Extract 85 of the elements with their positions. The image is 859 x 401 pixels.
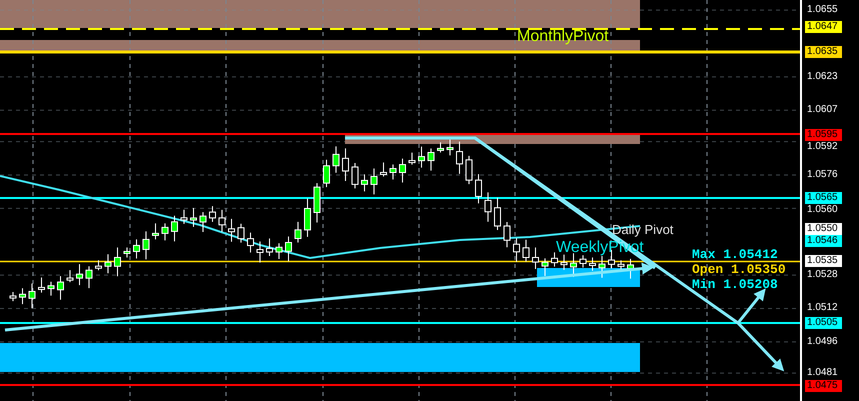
- candle: [200, 212, 206, 232]
- candle: [418, 146, 425, 168]
- price-label: 1.0607: [806, 104, 839, 116]
- price-label: 1.0623: [806, 70, 839, 83]
- price-label: 1.0535: [805, 254, 842, 266]
- candle: [399, 158, 406, 184]
- candle: [532, 247, 539, 270]
- price-label: 1.0550: [805, 223, 842, 236]
- candle: [598, 256, 606, 278]
- candle: [285, 236, 292, 262]
- candle: [48, 281, 54, 296]
- candle: [323, 159, 330, 188]
- price-label: 1.0565: [805, 192, 842, 204]
- price-label: 1.0592: [806, 141, 839, 154]
- candle: [513, 238, 520, 262]
- candle: [162, 222, 168, 241]
- candle: [446, 139, 454, 156]
- price-label: 1.0546: [805, 235, 842, 248]
- candle: [38, 276, 45, 294]
- candle: [57, 276, 64, 300]
- stat-label: Open 1.05350: [692, 262, 786, 277]
- candle: [342, 148, 349, 182]
- candle: [390, 164, 396, 180]
- price-label: 1.0481: [806, 367, 839, 380]
- candle: [466, 155, 472, 185]
- candle: [456, 141, 463, 174]
- candle: [114, 246, 121, 277]
- candle: [86, 266, 92, 289]
- candle: [580, 254, 586, 268]
- candle: [627, 258, 634, 280]
- price-label: 1.0475: [805, 380, 842, 392]
- candle: [218, 209, 226, 232]
- candle: [171, 215, 178, 242]
- candle: [560, 254, 568, 270]
- candle: [352, 162, 358, 189]
- candle: [522, 239, 530, 262]
- candle: [370, 168, 378, 195]
- candle: [228, 218, 235, 242]
- candle: [428, 148, 434, 172]
- candle: [361, 174, 368, 192]
- candle: [104, 254, 112, 274]
- candle: [142, 230, 150, 260]
- price-label: 1.0505: [805, 317, 842, 330]
- candle: [152, 222, 159, 240]
- candle: [294, 221, 302, 243]
- candle: [19, 288, 26, 305]
- candle: [504, 222, 510, 248]
- price-label: 1.0512: [806, 302, 839, 314]
- candle: [28, 282, 36, 309]
- candle: [247, 232, 254, 254]
- candle: [266, 238, 273, 256]
- candle: [95, 260, 102, 271]
- candle: [475, 174, 482, 204]
- candle: [256, 241, 264, 263]
- candle: [238, 223, 244, 244]
- price-label: 1.0528: [806, 269, 839, 282]
- price-label: 1.0560: [806, 204, 839, 216]
- candle: [484, 192, 492, 222]
- candle: [380, 162, 387, 177]
- candle: [408, 152, 416, 166]
- stat-label: Min 1.05208: [692, 277, 779, 292]
- candle: [551, 252, 558, 268]
- candle: [542, 258, 548, 277]
- candle: [276, 242, 282, 260]
- price-label: 1.0647: [805, 20, 842, 33]
- candle: [133, 238, 140, 259]
- price-label: 1.0655: [806, 4, 839, 16]
- candle: [76, 264, 83, 286]
- price-label: 1.0576: [806, 168, 839, 181]
- candle: [10, 292, 16, 302]
- candle: [304, 198, 311, 238]
- price-label: 1.0496: [806, 336, 839, 348]
- stat-label: Max 1.05412: [692, 247, 779, 262]
- candle: [124, 246, 130, 258]
- candle: [180, 209, 188, 224]
- candle: [209, 206, 216, 222]
- price-label: 1.0595: [805, 129, 842, 142]
- price-label: 1.0635: [805, 46, 842, 58]
- candle: [314, 182, 320, 223]
- candle: [589, 256, 596, 272]
- candle: [66, 270, 74, 283]
- candle: [437, 142, 444, 153]
- candle: [332, 146, 340, 174]
- candle: [494, 197, 501, 230]
- candle: [190, 208, 197, 228]
